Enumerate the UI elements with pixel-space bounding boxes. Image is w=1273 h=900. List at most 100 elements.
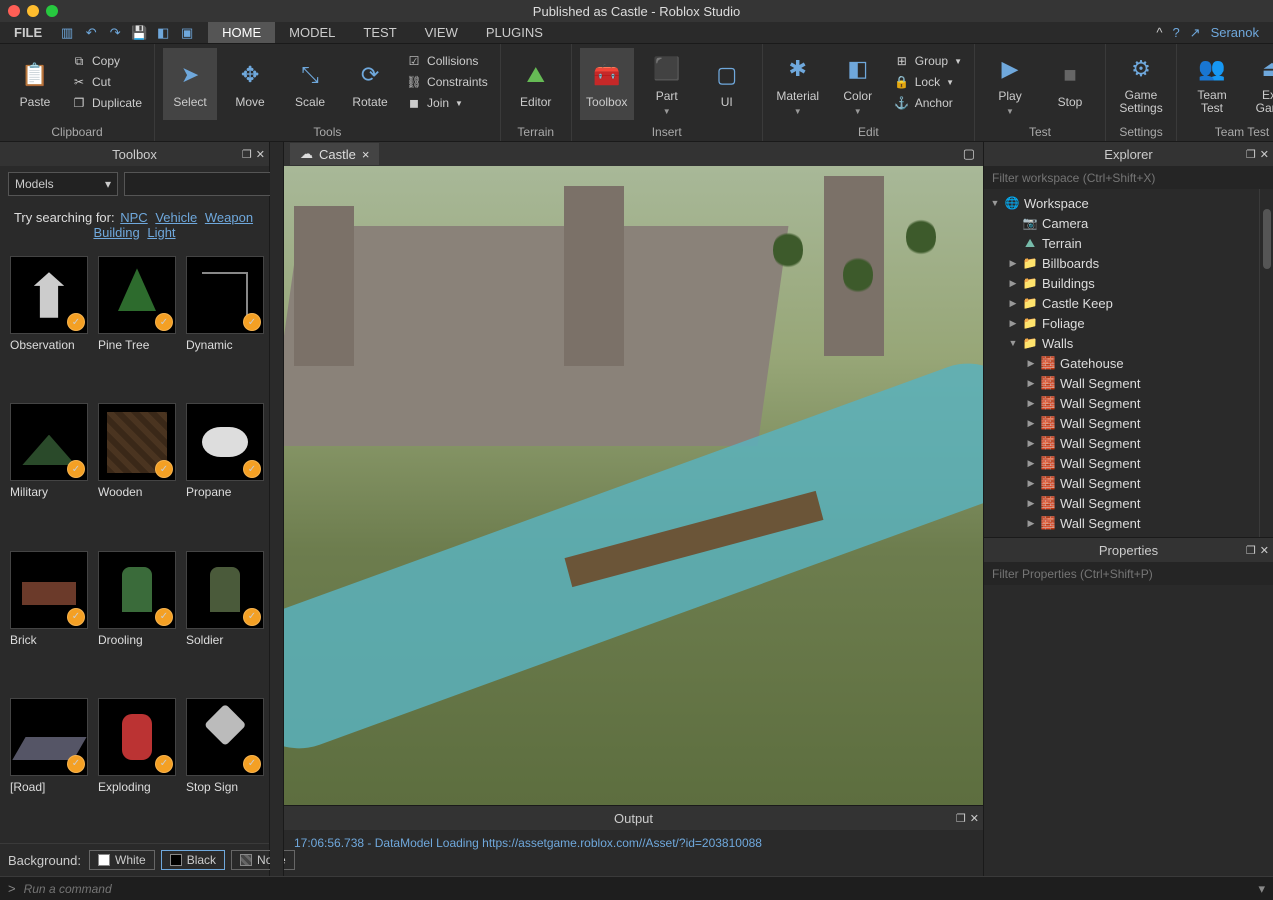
expand-arrow-icon[interactable]: ▶ [1008, 318, 1018, 329]
suggest-link[interactable]: Building [93, 225, 139, 240]
box-icon[interactable]: ◧ [154, 24, 172, 42]
toolbox-item[interactable]: ✓Military [10, 403, 88, 540]
team-test-button[interactable]: 👥Team Test [1185, 48, 1239, 120]
close-window-button[interactable] [8, 5, 20, 17]
rotate-button[interactable]: ⟳Rotate [343, 48, 397, 120]
share-icon[interactable]: ↗ [1190, 25, 1201, 41]
save-icon[interactable]: 💾 [130, 24, 148, 42]
device-preview-icon[interactable]: ▢ [963, 146, 983, 162]
tree-row[interactable]: ▼🌐Workspace [984, 193, 1259, 213]
close-panel-icon[interactable]: ✕ [970, 812, 979, 825]
help-icon[interactable]: ? [1172, 25, 1179, 40]
tree-row[interactable]: ▶📁Foliage [984, 313, 1259, 333]
user-name[interactable]: Seranok [1211, 25, 1259, 40]
toolbox-item[interactable]: ✓Propane [186, 403, 264, 540]
tree-row[interactable]: ▼📁Walls [984, 333, 1259, 353]
tree-row[interactable]: ▶🧱Gatehouse [984, 353, 1259, 373]
suggest-link[interactable]: Light [147, 225, 175, 240]
redo-icon[interactable]: ↷ [106, 24, 124, 42]
expand-arrow-icon[interactable]: ▶ [1026, 398, 1036, 409]
game-settings-button[interactable]: ⚙Game Settings [1114, 48, 1168, 120]
new-icon[interactable]: ▥ [58, 24, 76, 42]
file-menu[interactable]: FILE [6, 23, 50, 42]
command-history-icon[interactable]: ▾ [1258, 881, 1265, 897]
close-panel-icon[interactable]: ✕ [1260, 148, 1269, 161]
tree-row[interactable]: ▶🧱Wall Segment [984, 373, 1259, 393]
toolbox-item[interactable]: ✓Soldier [186, 551, 264, 688]
join-toggle[interactable]: ◼Join ▼ [403, 94, 492, 112]
cut-button[interactable]: ✂Cut [68, 73, 146, 91]
undock-icon[interactable]: ❐ [1246, 148, 1256, 161]
expand-arrow-icon[interactable]: ▶ [1008, 258, 1018, 269]
close-panel-icon[interactable]: ✕ [1260, 544, 1269, 557]
select-button[interactable]: ➤Select [163, 48, 217, 120]
collisions-toggle[interactable]: ☑Collisions [403, 52, 492, 70]
close-tab-icon[interactable]: × [362, 147, 370, 162]
duplicate-button[interactable]: ❐Duplicate [68, 94, 146, 112]
undock-icon[interactable]: ❐ [1246, 544, 1256, 557]
tab-view[interactable]: VIEW [411, 22, 472, 43]
category-dropdown[interactable]: Models▾ [8, 172, 118, 196]
camera-icon[interactable]: ▣ [178, 24, 196, 42]
ui-button[interactable]: ▢UI [700, 48, 754, 120]
toolbox-item[interactable]: ✓Wooden [98, 403, 176, 540]
panel-gutter[interactable] [270, 142, 284, 876]
terrain-editor-button[interactable]: ⛰Editor [509, 48, 563, 120]
expand-arrow-icon[interactable]: ▶ [1026, 358, 1036, 369]
scale-button[interactable]: ⤡Scale [283, 48, 337, 120]
tab-plugins[interactable]: PLUGINS [472, 22, 557, 43]
tree-row[interactable]: ▶🧱Wall Segment [984, 453, 1259, 473]
tree-row[interactable]: ▶🧱Wall Segment [984, 413, 1259, 433]
tree-row[interactable]: ▶🧱Wall Segment [984, 513, 1259, 533]
material-button[interactable]: ✱Material▼ [771, 48, 825, 120]
move-button[interactable]: ✥Move [223, 48, 277, 120]
3d-viewport[interactable] [284, 166, 983, 805]
suggest-link[interactable]: Weapon [205, 210, 253, 225]
toolbox-item[interactable]: ✓Observation [10, 256, 88, 393]
tab-model[interactable]: MODEL [275, 22, 349, 43]
tree-row[interactable]: ▶🧱Wall Segment [984, 493, 1259, 513]
expand-arrow-icon[interactable]: ▶ [1026, 478, 1036, 489]
undock-icon[interactable]: ❐ [242, 148, 252, 161]
tree-row[interactable]: ▶📁Castle Keep [984, 293, 1259, 313]
expand-arrow-icon[interactable]: ▼ [1008, 338, 1018, 348]
toolbox-item[interactable]: ✓[Road] [10, 698, 88, 835]
expand-arrow-icon[interactable]: ▶ [1026, 378, 1036, 389]
tree-row[interactable]: ▶📁Buildings [984, 273, 1259, 293]
suggest-link[interactable]: NPC [120, 210, 147, 225]
tree-row[interactable]: ▶🧱Wall Segment [984, 433, 1259, 453]
tree-row[interactable]: 📷Camera [984, 213, 1259, 233]
toolbox-item[interactable]: ✓Stop Sign [186, 698, 264, 835]
play-button[interactable]: ▶Play▼ [983, 48, 1037, 120]
toolbox-item[interactable]: ✓Exploding [98, 698, 176, 835]
paste-button[interactable]: 📋 Paste [8, 48, 62, 120]
properties-filter-input[interactable] [992, 567, 1265, 581]
minimize-window-button[interactable] [27, 5, 39, 17]
tree-row[interactable]: ▶🧱Wall Segment [984, 473, 1259, 493]
command-input[interactable] [24, 882, 1251, 896]
expand-arrow-icon[interactable]: ▶ [1026, 438, 1036, 449]
tree-row[interactable]: ▶📁Billboards [984, 253, 1259, 273]
tree-row[interactable]: ⛰Terrain [984, 233, 1259, 253]
tree-row[interactable]: ▶🧱Wall Segment [984, 393, 1259, 413]
maximize-window-button[interactable] [46, 5, 58, 17]
expand-arrow-icon[interactable]: ▶ [1026, 498, 1036, 509]
group-button[interactable]: ⊞Group ▼ [891, 52, 966, 70]
toolbox-item[interactable]: ✓Brick [10, 551, 88, 688]
exit-game-button[interactable]: ⏏Exit Game [1245, 48, 1273, 120]
document-tab[interactable]: ☁ Castle × [290, 143, 379, 165]
undock-icon[interactable]: ❐ [956, 812, 966, 825]
chevron-up-icon[interactable]: ^ [1156, 25, 1162, 40]
expand-arrow-icon[interactable]: ▶ [1008, 278, 1018, 289]
undo-icon[interactable]: ↶ [82, 24, 100, 42]
expand-arrow-icon[interactable]: ▶ [1026, 518, 1036, 529]
expand-arrow-icon[interactable]: ▶ [1026, 458, 1036, 469]
expand-arrow-icon[interactable]: ▼ [990, 198, 1000, 208]
part-button[interactable]: ⬛Part▼ [640, 48, 694, 120]
output-log[interactable]: 17:06:56.738 - DataModel Loading https:/… [284, 830, 983, 876]
expand-arrow-icon[interactable]: ▶ [1008, 298, 1018, 309]
anchor-button[interactable]: ⚓Anchor [891, 94, 966, 112]
color-button[interactable]: ◧Color▼ [831, 48, 885, 120]
scrollbar[interactable] [1259, 189, 1273, 537]
explorer-filter-input[interactable] [992, 171, 1265, 185]
